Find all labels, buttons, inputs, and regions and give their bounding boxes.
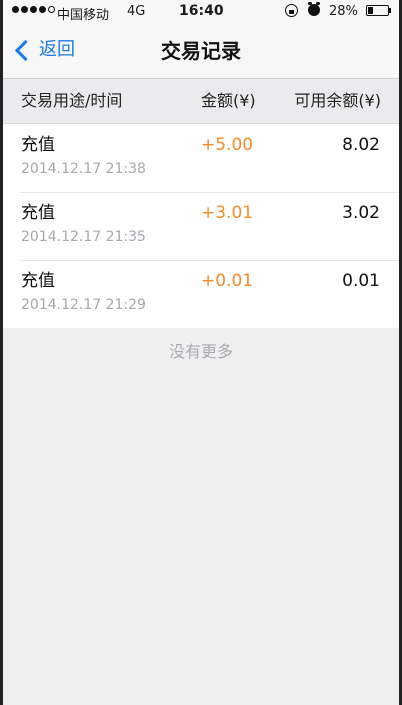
transaction-row[interactable]: 充值 2014.12.17 21:35 +3.01 3.02 (3, 192, 399, 260)
transaction-purpose: 充值 (21, 135, 55, 155)
signal-dot (30, 6, 37, 13)
page-title: 交易记录 (161, 39, 241, 63)
transaction-balance: 3.02 (342, 203, 380, 223)
signal-dot (21, 6, 28, 13)
transaction-list: 充值 2014.12.17 21:38 +5.00 8.02 充值 2014.1… (3, 124, 399, 328)
header-purpose-time: 交易用途/时间 (21, 91, 123, 110)
alarm-icon (308, 2, 320, 16)
status-time: 16:40 (179, 3, 224, 19)
transaction-amount: +5.00 (201, 135, 254, 155)
no-more-label: 没有更多 (168, 342, 233, 361)
battery-fill (368, 7, 373, 14)
battery-icon (366, 5, 389, 16)
transaction-row[interactable]: 充值 2014.12.17 21:38 +5.00 8.02 (3, 124, 399, 192)
signal-dot (39, 6, 46, 13)
header-available-balance: 可用余额(¥) (294, 91, 381, 110)
network-type: 4G (127, 4, 146, 19)
transaction-time: 2014.12.17 21:29 (21, 297, 146, 313)
transaction-row[interactable]: 充值 2014.12.17 21:29 +0.01 0.01 (3, 260, 399, 328)
transaction-balance: 8.02 (342, 135, 380, 155)
carrier-name: 中国移动 (57, 8, 110, 23)
signal-dot-empty (48, 6, 55, 13)
transaction-time: 2014.12.17 21:38 (21, 161, 146, 177)
status-bar: 中国移动 4G 16:40 28% (3, 0, 399, 24)
battery-percentage: 28% (329, 4, 358, 19)
transaction-table-header: 交易用途/时间 金额(¥) 可用余额(¥) (3, 79, 399, 124)
orientation-lock-icon (285, 4, 298, 17)
battery-cap (389, 8, 391, 13)
transaction-time: 2014.12.17 21:35 (21, 229, 146, 245)
header-amount: 金额(¥) (201, 91, 256, 110)
signal-dot (12, 6, 19, 13)
transaction-purpose: 充值 (21, 203, 55, 223)
signal-strength-icon (12, 6, 55, 13)
app-screen: 中国移动 4G 16:40 28% 返回 交易记录 交易用途/时间 金额(¥) … (3, 0, 399, 705)
transaction-amount: +3.01 (201, 203, 254, 223)
transaction-balance: 0.01 (342, 271, 380, 291)
top-bar: 中国移动 4G 16:40 28% 返回 交易记录 (3, 0, 399, 79)
transaction-amount: +0.01 (201, 271, 254, 291)
transaction-purpose: 充值 (21, 271, 55, 291)
